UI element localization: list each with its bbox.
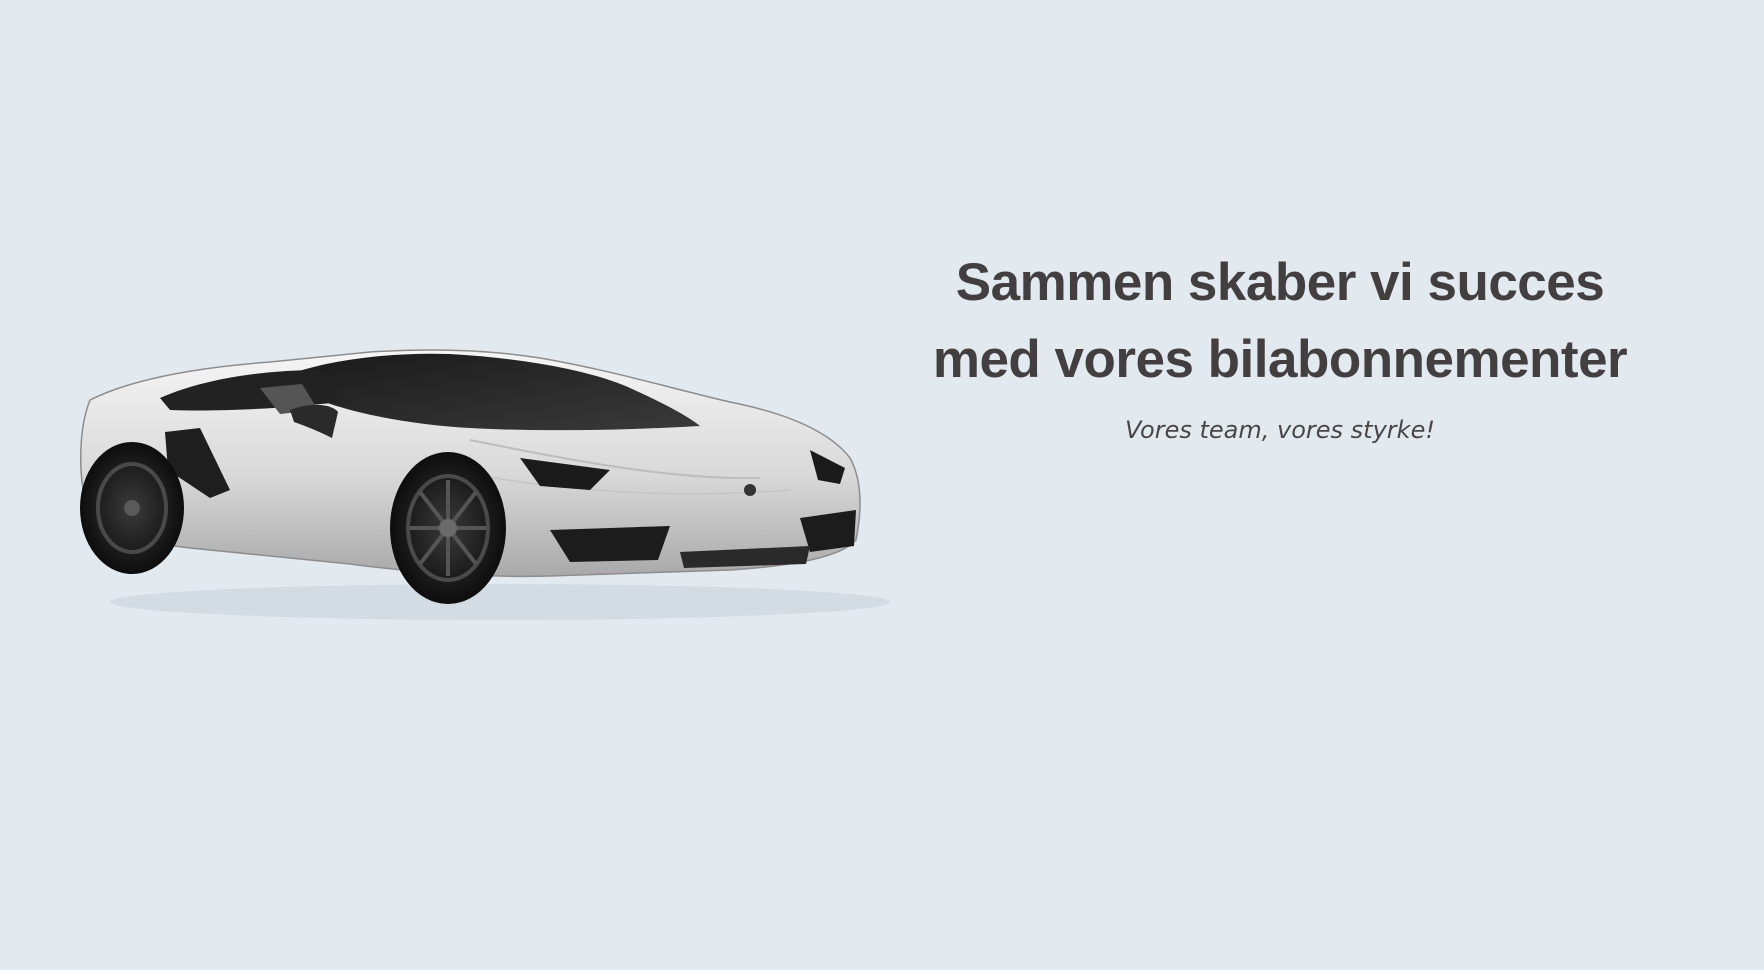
hero-section: Sammen skaber vi succes med vores bilabo… xyxy=(0,0,1764,970)
hero-headline: Sammen skaber vi succes med vores bilabo… xyxy=(932,253,1628,389)
car-image xyxy=(70,340,910,640)
sports-car-illustration xyxy=(79,349,890,620)
hero-text: Sammen skaber vi succes med vores bilabo… xyxy=(920,244,1640,444)
hero-tagline: Vores team, vores styrke! xyxy=(1125,416,1435,444)
